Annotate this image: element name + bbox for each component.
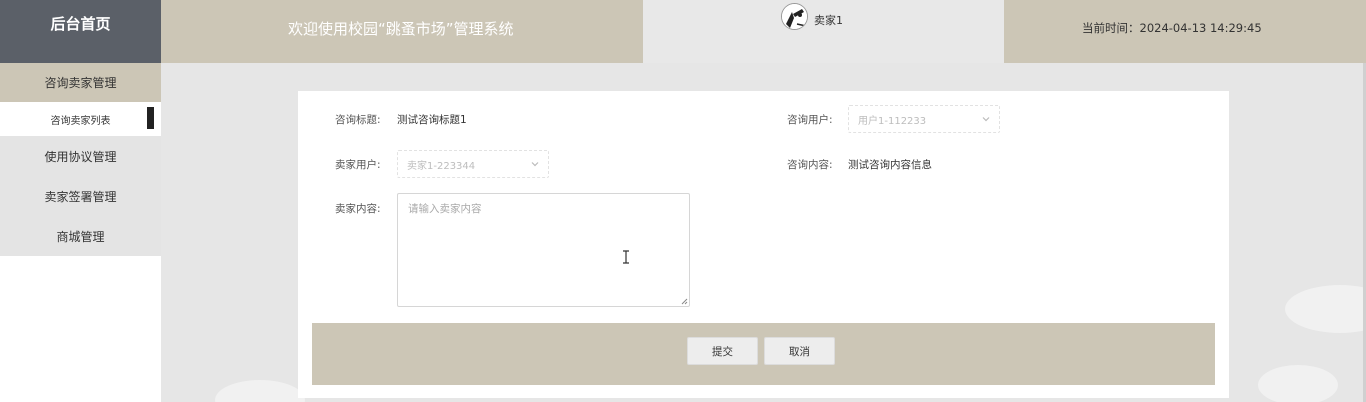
user-select-value: 用户1-112233	[858, 115, 927, 127]
title-label: 咨询标题:	[335, 114, 381, 126]
active-marker	[147, 107, 154, 129]
sidebar-home-link[interactable]: 后台首页	[0, 0, 161, 63]
submit-button-label: 提交	[712, 345, 733, 358]
sidebar-item-label: 商城管理	[56, 229, 105, 244]
sidebar-item-label: 咨询卖家管理	[44, 76, 117, 90]
sidebar-item-consult-seller[interactable]: 咨询卖家管理	[0, 63, 161, 102]
sidebar-item-label: 卖家签署管理	[44, 189, 117, 204]
reply-label: 卖家内容:	[335, 203, 381, 215]
decor-bubble	[1258, 365, 1338, 402]
content-label: 咨询内容:	[787, 159, 833, 171]
decor-bubble	[1285, 285, 1366, 333]
seller-select[interactable]: 卖家1-223344	[397, 150, 549, 178]
page-title: 欢迎使用校园“跳蚤市场”管理系统	[288, 20, 514, 38]
seller-label: 卖家用户:	[335, 159, 381, 171]
content-value: 测试咨询内容信息	[848, 159, 932, 171]
user-select[interactable]: 用户1-112233	[848, 105, 1000, 133]
user-name[interactable]: 卖家1	[814, 12, 843, 28]
cancel-button-label: 取消	[789, 345, 810, 358]
resize-handle-icon[interactable]	[681, 298, 688, 305]
sidebar-home-label: 后台首页	[50, 15, 111, 33]
cancel-button[interactable]: 取消	[764, 337, 835, 365]
user-avatar-icon[interactable]	[781, 3, 808, 30]
sidebar-item-label: 使用协议管理	[44, 149, 117, 164]
reply-placeholder: 请输入卖家内容	[408, 203, 482, 215]
text-cursor-icon	[623, 250, 629, 264]
sidebar-subitem-label: 咨询卖家列表	[50, 115, 111, 127]
current-time: 当前时间：2024-04-13 14:29:45	[1082, 21, 1262, 35]
sidebar-menu: 咨询卖家管理 咨询卖家列表 使用协议管理 卖家签署管理 商城管理	[0, 63, 161, 256]
user-label: 咨询用户:	[787, 114, 833, 126]
sidebar-item-mall[interactable]: 商城管理	[0, 216, 161, 256]
sidebar: 后台首页 咨询卖家管理 咨询卖家列表 使用协议管理 卖家签署管理 商城管理	[0, 0, 161, 402]
submit-button[interactable]: 提交	[687, 337, 758, 365]
sidebar-item-seller-sign[interactable]: 卖家签署管理	[0, 176, 161, 216]
reply-textarea[interactable]: 请输入卖家内容	[397, 193, 690, 307]
header-user-area	[643, 0, 1004, 63]
sidebar-subitem-consult-seller-list[interactable]: 咨询卖家列表	[0, 102, 161, 136]
sidebar-item-agreement[interactable]: 使用协议管理	[0, 136, 161, 176]
chevron-down-icon	[531, 162, 539, 167]
seller-select-value: 卖家1-223344	[407, 160, 476, 172]
chevron-down-icon	[982, 117, 990, 122]
decor-bubble	[215, 380, 305, 402]
title-value: 测试咨询标题1	[397, 114, 467, 126]
